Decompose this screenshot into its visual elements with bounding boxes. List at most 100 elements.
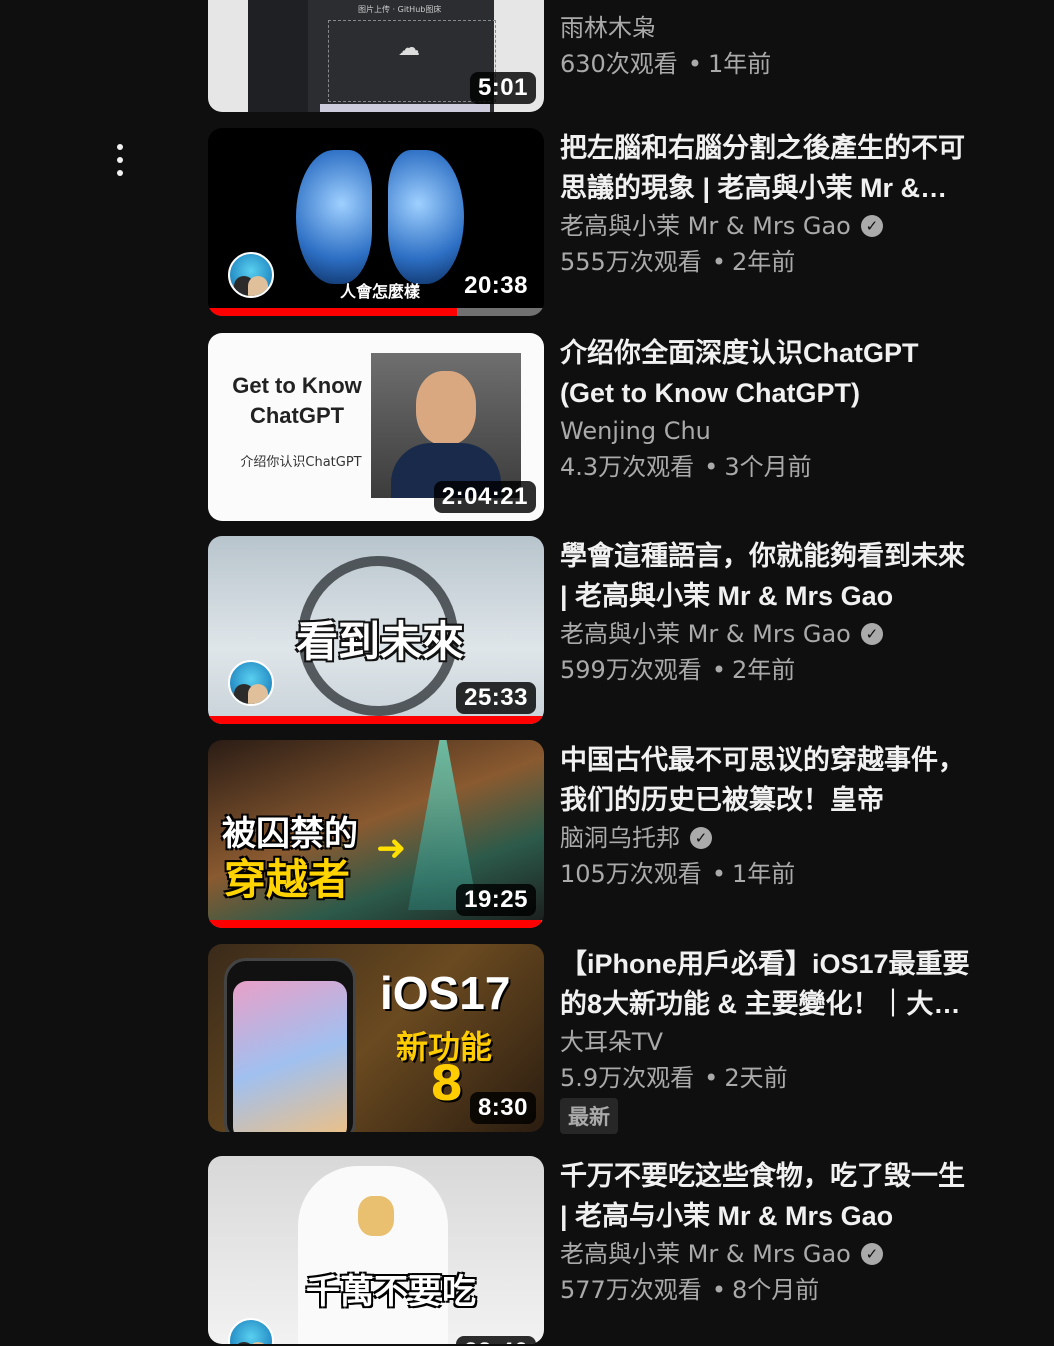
thumbnail-subcaption: 穿越者 <box>224 855 351 904</box>
video-thumbnail[interactable]: 被囚禁的 穿越者 ➜ 19:25 <box>208 740 544 928</box>
video-title[interactable]: 把左腦和右腦分割之後產生的不可思議的現象 | 老高與小茉 Mr & Mrs Ga… <box>560 128 970 208</box>
thumbnail-caption: 人會怎麼樣 <box>340 282 421 301</box>
upload-age: 8个月前 <box>731 1276 820 1304</box>
video-duration: 2:04:21 <box>433 481 536 513</box>
video-item[interactable]: Get to Know ChatGPT 介绍你认识ChatGPT 2:04:21… <box>208 333 968 523</box>
channel-name[interactable]: 大耳朵TV <box>560 1024 970 1060</box>
video-item[interactable]: iOS17 新功能 8 8:30 【iPhone用戶必看】iOS17最重要的8大… <box>208 944 970 1134</box>
view-count: 105万次观看 <box>560 860 702 888</box>
verified-badge-icon: ✓ <box>690 827 712 849</box>
view-count: 5.9万次观看 <box>560 1064 695 1092</box>
video-thumbnail[interactable]: 千萬不要吃 22:46 <box>208 1156 544 1344</box>
view-count: 630次观看 <box>560 50 678 78</box>
more-dot-icon <box>117 170 123 176</box>
verified-badge-icon: ✓ <box>860 623 883 645</box>
upload-cloud-icon: ☁ <box>398 36 420 61</box>
video-title[interactable]: 【iPhone用戶必看】iOS17最重要的8大新功能 & 主要變化！｜大耳朵TV <box>560 944 970 1024</box>
watch-progress-bar <box>208 716 544 724</box>
verified-badge-icon: ✓ <box>860 1243 883 1265</box>
watch-progress-fill <box>208 308 457 316</box>
video-info: 中国古代最不可思议的穿越事件，我们的历史已被篡改！皇帝 脑洞乌托邦 ✓ 105万次… <box>560 740 970 892</box>
thumbnail-caption: 图片上传 · GitHub图床 <box>358 5 442 14</box>
video-thumbnail[interactable]: 图片上传 · GitHub图床 ☁ 5:01 <box>208 0 544 112</box>
thumbnail-caption: Get to Know ChatGPT <box>232 373 362 428</box>
video-duration: 20:38 <box>456 270 536 302</box>
video-meta: 599万次观看 • 2年前 <box>560 652 970 688</box>
video-title[interactable]: 學會這種語言，你就能夠看到未來 | 老高與小茉 Mr & Mrs Gao <box>560 536 970 616</box>
channel-name[interactable]: 雨林木枭 <box>560 10 970 46</box>
food-image <box>358 1196 394 1236</box>
video-duration: 19:25 <box>456 884 536 916</box>
upload-age: 2天前 <box>724 1064 788 1092</box>
video-thumbnail[interactable]: 看到未來 25:33 <box>208 536 544 724</box>
more-actions-button[interactable] <box>100 138 140 182</box>
view-count: 599万次观看 <box>560 656 702 684</box>
channel-avatar <box>228 252 274 298</box>
video-duration: 8:30 <box>469 1092 536 1124</box>
thumbnail-caption: 看到未來 <box>296 617 465 666</box>
video-duration: 25:33 <box>456 682 536 714</box>
watch-progress-fill <box>208 716 544 724</box>
video-thumbnail[interactable]: 人會怎麼樣 20:38 <box>208 128 544 316</box>
channel-name[interactable]: 老高與小茉 Mr & Mrs Gao ✓ <box>560 208 970 244</box>
video-meta: 5.9万次观看 • 2天前 <box>560 1060 970 1096</box>
video-thumbnail[interactable]: Get to Know ChatGPT 介绍你认识ChatGPT 2:04:21 <box>208 333 544 521</box>
thumbnail-caption: iOS17 <box>380 967 511 1019</box>
video-item[interactable]: 被囚禁的 穿越者 ➜ 19:25 中国古代最不可思议的穿越事件，我们的历史已被篡… <box>208 740 968 930</box>
channel-avatar <box>228 1318 274 1344</box>
video-title[interactable]: 千万不要吃这些食物，吃了毁一生 | 老高与小茉 Mr & Mrs Gao <box>560 1156 970 1236</box>
video-duration: 5:01 <box>469 72 536 104</box>
phone-image <box>224 958 356 1132</box>
video-title[interactable]: 中国古代最不可思议的穿越事件，我们的历史已被篡改！皇帝 <box>560 740 970 820</box>
upload-age: 2年前 <box>731 656 796 684</box>
brain-right-image <box>388 150 464 284</box>
video-item[interactable]: 图片上传 · GitHub图床 ☁ 5:01 雨林木枭 630次观看 • 1年前 <box>208 0 968 114</box>
video-info: 介绍你全面深度认识ChatGPT (Get to Know ChatGPT) W… <box>560 333 970 485</box>
video-item[interactable]: 看到未來 25:33 學會這種語言，你就能夠看到未來 | 老高與小茉 Mr & … <box>208 536 968 726</box>
thumbnail-number: 8 <box>430 1056 464 1112</box>
meta-separator: • <box>711 248 726 276</box>
more-dot-icon <box>117 144 123 150</box>
thumbnail-caption: 千萬不要吃 <box>306 1272 476 1312</box>
video-meta: 555万次观看 • 2年前 <box>560 244 970 280</box>
new-badge: 最新 <box>560 1098 618 1134</box>
video-item[interactable]: 千萬不要吃 22:46 千万不要吃这些食物，吃了毁一生 | 老高与小茉 Mr &… <box>208 1156 968 1346</box>
upload-age: 3个月前 <box>724 453 812 481</box>
video-duration: 22:46 <box>456 1336 536 1344</box>
view-count: 577万次观看 <box>560 1276 702 1304</box>
view-count: 4.3万次观看 <box>560 453 695 481</box>
channel-avatar <box>228 660 274 706</box>
video-meta: 630次观看 • 1年前 <box>560 46 970 82</box>
channel-name[interactable]: 老高與小茉 Mr & Mrs Gao ✓ <box>560 1236 970 1272</box>
video-thumbnail[interactable]: iOS17 新功能 8 8:30 <box>208 944 544 1132</box>
watch-progress-bar <box>208 308 544 316</box>
meta-separator: • <box>711 656 726 684</box>
video-meta: 4.3万次观看 • 3个月前 <box>560 449 970 485</box>
upload-age: 1年前 <box>731 860 796 888</box>
meta-separator: • <box>711 860 726 888</box>
thumbnail-subcaption: 介绍你认识ChatGPT <box>240 455 362 470</box>
brain-left-image <box>296 150 372 284</box>
meta-separator: • <box>704 453 719 481</box>
more-dot-icon <box>117 157 123 163</box>
meta-separator: • <box>704 1064 719 1092</box>
arrow-right-icon: ➜ <box>376 828 407 869</box>
video-meta: 577万次观看 • 8个月前 <box>560 1272 970 1308</box>
meta-separator: • <box>687 50 702 78</box>
upload-age: 1年前 <box>707 50 772 78</box>
video-title[interactable]: 介绍你全面深度认识ChatGPT (Get to Know ChatGPT) <box>560 333 970 413</box>
meta-separator: • <box>711 1276 726 1304</box>
video-item[interactable]: 人會怎麼樣 20:38 把左腦和右腦分割之後產生的不可思議的現象 | 老高與小茉… <box>208 128 968 318</box>
upload-age: 2年前 <box>731 248 796 276</box>
video-meta: 105万次观看 • 1年前 <box>560 856 970 892</box>
video-info: 【iPhone用戶必看】iOS17最重要的8大新功能 & 主要變化！｜大耳朵TV… <box>560 944 970 1134</box>
channel-name[interactable]: 脑洞乌托邦 ✓ <box>560 820 970 856</box>
channel-name[interactable]: Wenjing Chu <box>560 413 970 449</box>
presenter-photo <box>371 353 521 498</box>
view-count: 555万次观看 <box>560 248 702 276</box>
video-info: 學會這種語言，你就能夠看到未來 | 老高與小茉 Mr & Mrs Gao 老高與… <box>560 536 970 688</box>
channel-name[interactable]: 老高與小茉 Mr & Mrs Gao ✓ <box>560 616 970 652</box>
video-info: 千万不要吃这些食物，吃了毁一生 | 老高与小茉 Mr & Mrs Gao 老高與… <box>560 1156 970 1308</box>
video-info: 把左腦和右腦分割之後產生的不可思議的現象 | 老高與小茉 Mr & Mrs Ga… <box>560 128 970 280</box>
verified-badge-icon: ✓ <box>860 215 883 237</box>
